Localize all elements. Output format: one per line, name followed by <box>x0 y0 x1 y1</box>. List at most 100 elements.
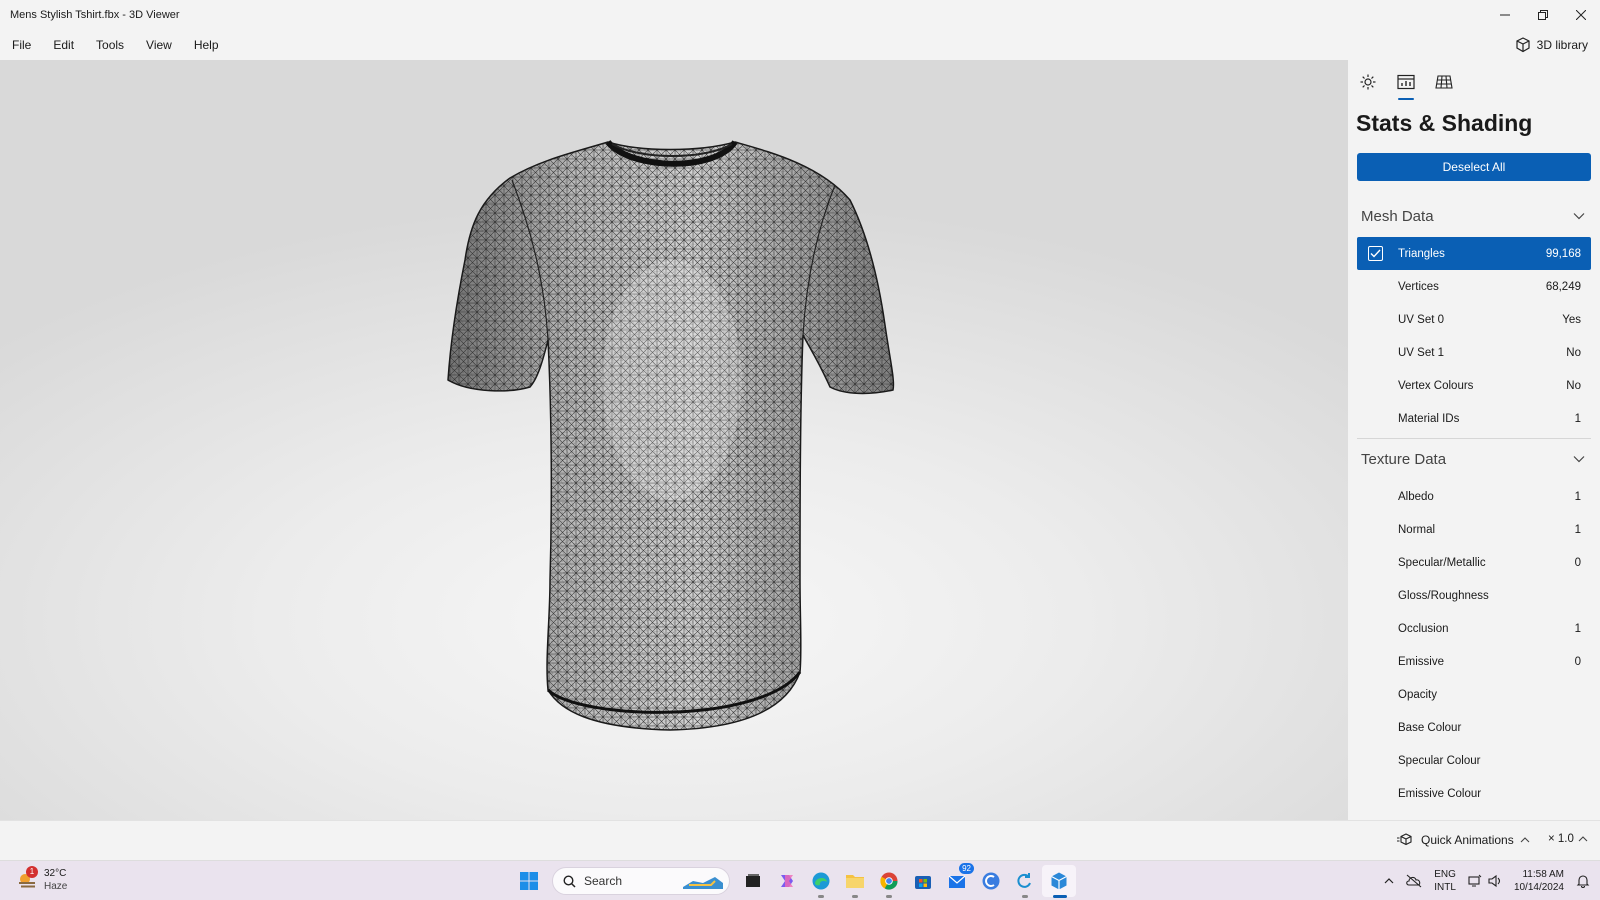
mesh-data-title: Mesh Data <box>1361 207 1434 225</box>
close-button[interactable] <box>1562 0 1600 30</box>
tab-stats[interactable] <box>1394 70 1418 100</box>
active-indicator <box>1053 895 1067 898</box>
chevron-up-icon[interactable] <box>1384 878 1394 884</box>
start-button[interactable] <box>512 865 546 897</box>
mesh-row-uv-set-0[interactable]: UV Set 0 Yes <box>1357 303 1591 336</box>
texture-row-occlusion[interactable]: Occlusion 1 <box>1357 612 1591 645</box>
texture-row-normal[interactable]: Normal 1 <box>1357 513 1591 546</box>
row-label: Albedo <box>1398 490 1434 503</box>
3d-viewer-button[interactable] <box>1042 865 1076 898</box>
row-label: Normal <box>1398 523 1436 536</box>
copilot-icon <box>781 875 793 887</box>
menu-file[interactable]: File <box>1 30 42 60</box>
row-label: Opacity <box>1398 688 1437 701</box>
mesh-row-material-ids[interactable]: Material IDs 1 <box>1357 402 1591 435</box>
panel-tabs <box>1356 70 1456 100</box>
row-value: 1 <box>1574 622 1581 635</box>
window-title: Mens Stylish Tshirt.fbx - 3D Viewer <box>10 9 180 21</box>
clock[interactable]: 11:58 AM 10/14/2024 <box>1514 868 1564 894</box>
restore-icon <box>1538 10 1548 20</box>
row-value: 1 <box>1574 523 1581 536</box>
minimize-button[interactable] <box>1486 0 1524 30</box>
row-label: UV Set 1 <box>1398 346 1445 359</box>
3d-viewer-icon <box>1051 872 1067 890</box>
texture-row-albedo[interactable]: Albedo 1 <box>1357 480 1591 513</box>
row-value: 1 <box>1574 412 1581 425</box>
app-c-button[interactable] <box>974 865 1008 897</box>
task-view-button[interactable] <box>736 865 770 897</box>
notification-bell-icon[interactable] <box>1576 874 1590 888</box>
teams-button[interactable]: 92 <box>940 863 974 897</box>
notification-badge: 92 <box>959 863 974 874</box>
row-value: 1 <box>1574 490 1581 503</box>
texture-row-specular-metallic[interactable]: Specular/Metallic 0 <box>1357 546 1591 579</box>
chrome-button[interactable] <box>872 865 906 898</box>
copilot-button[interactable] <box>770 865 804 897</box>
task-view-icon <box>746 874 760 887</box>
stats-panel: Stats & Shading Deselect All Mesh Data T… <box>1348 60 1600 820</box>
row-label: Emissive Colour <box>1398 787 1482 800</box>
row-label: Emissive <box>1398 655 1445 668</box>
row-label: Specular/Metallic <box>1398 556 1486 569</box>
search-highlight-icon <box>683 877 723 889</box>
restore-button[interactable] <box>1524 0 1562 30</box>
keyboard-layout: INTL <box>1434 882 1456 893</box>
mesh-row-triangles[interactable]: Triangles 99,168 <box>1357 237 1591 270</box>
title-bar: Mens Stylish Tshirt.fbx - 3D Viewer <box>0 0 1600 30</box>
onedrive-icon[interactable] <box>1406 874 1422 888</box>
store-button[interactable] <box>906 865 940 897</box>
mesh-row-vertices[interactable]: Vertices 68,249 <box>1357 270 1591 303</box>
app-refresh-button[interactable] <box>1008 865 1042 898</box>
row-value: 68,249 <box>1545 280 1581 293</box>
tab-lighting[interactable] <box>1356 70 1380 94</box>
weather-widget[interactable]: 1 32°C Haze <box>16 866 67 893</box>
menu-help[interactable]: Help <box>183 30 230 60</box>
texture-row-specular-colour[interactable]: Specular Colour <box>1357 744 1591 777</box>
system-tray: ENG INTL 11:58 AM 10/14/2024 <box>1384 865 1590 897</box>
taskbar-search[interactable]: Search <box>552 867 730 895</box>
edge-button[interactable] <box>804 865 838 898</box>
mesh-row-vertex-colours[interactable]: Vertex Colours No <box>1357 369 1591 402</box>
menu-tools[interactable]: Tools <box>85 30 135 60</box>
deselect-all-button[interactable]: Deselect All <box>1357 153 1591 181</box>
texture-row-emissive-colour[interactable]: Emissive Colour <box>1357 777 1591 810</box>
3d-library-button[interactable]: 3D library <box>1515 30 1588 60</box>
row-value: 0 <box>1574 655 1581 668</box>
file-explorer-button[interactable] <box>838 865 872 898</box>
speed-selector[interactable]: × 1.0 <box>1548 833 1588 845</box>
grid-icon <box>1435 75 1453 89</box>
quick-settings[interactable] <box>1468 874 1502 888</box>
chevron-up-icon <box>1578 836 1588 842</box>
app-c-icon <box>982 872 1000 890</box>
row-label: Occlusion <box>1398 622 1449 635</box>
folder-icon <box>846 875 864 888</box>
row-value: 0 <box>1574 556 1581 569</box>
mesh-row-uv-set-1[interactable]: UV Set 1 No <box>1357 336 1591 369</box>
texture-row-base-colour[interactable]: Base Colour <box>1357 711 1591 744</box>
speed-value: × 1.0 <box>1548 833 1574 845</box>
texture-row-gloss-roughness[interactable]: Gloss/Roughness <box>1357 579 1591 612</box>
cube-icon <box>1516 37 1530 53</box>
row-label: Specular Colour <box>1398 754 1481 767</box>
store-icon <box>915 876 931 889</box>
row-value: Yes <box>1562 313 1581 326</box>
texture-row-emissive[interactable]: Emissive 0 <box>1357 645 1591 678</box>
language-indicator[interactable]: ENG INTL <box>1434 868 1456 894</box>
menu-view[interactable]: View <box>135 30 183 60</box>
menu-edit[interactable]: Edit <box>42 30 85 60</box>
tab-grid[interactable] <box>1432 70 1456 94</box>
3d-viewport[interactable] <box>0 60 1348 820</box>
chrome-icon <box>880 872 898 890</box>
row-label: Triangles <box>1398 247 1445 260</box>
checkbox-checked-icon[interactable] <box>1368 246 1383 261</box>
quick-animations-button[interactable]: Quick Animations <box>1397 833 1530 847</box>
row-label: UV Set 0 <box>1398 313 1445 326</box>
volume-icon <box>1488 874 1500 888</box>
texture-data-header[interactable]: Texture Data <box>1357 444 1591 474</box>
weather-icon: 1 <box>16 866 38 891</box>
texture-row-opacity[interactable]: Opacity <box>1357 678 1591 711</box>
mesh-data-header[interactable]: Mesh Data <box>1357 201 1591 231</box>
taskbar: 1 32°C Haze Search 92 ENG INTL 11:58 AM … <box>0 860 1600 900</box>
refresh-app-icon <box>1017 873 1031 888</box>
weather-badge: 1 <box>26 866 38 878</box>
